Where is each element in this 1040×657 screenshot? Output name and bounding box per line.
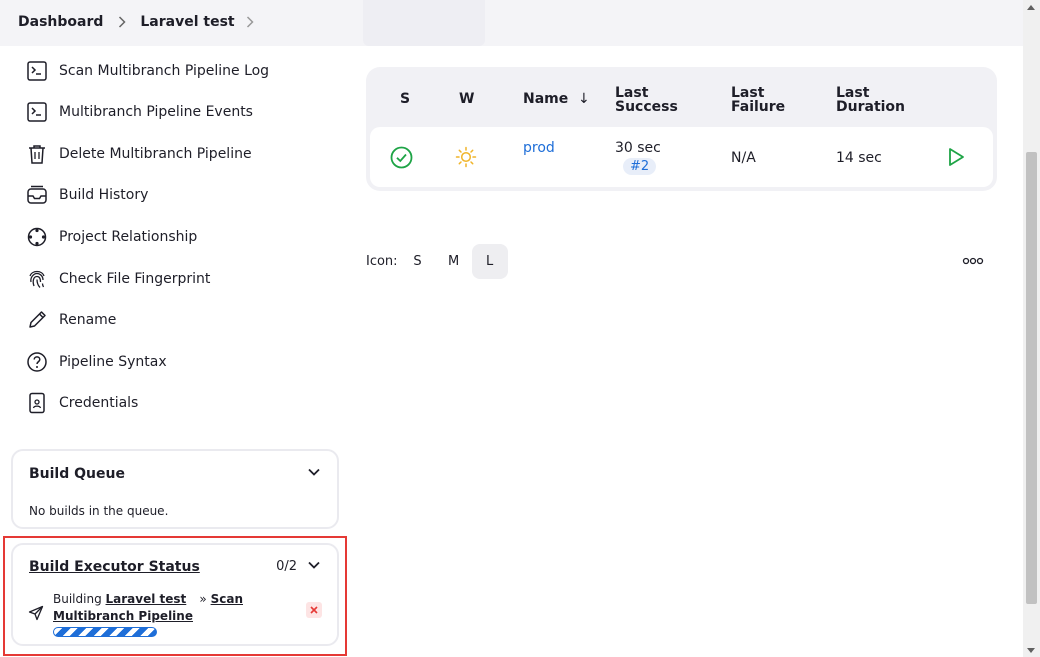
chevron-down-icon[interactable] (307, 558, 321, 572)
help-circle-icon (26, 351, 48, 373)
build-queue-empty: No builds in the queue. (29, 504, 169, 518)
column-status[interactable]: S (400, 92, 410, 106)
breadcrumb: Dashboard Laravel test (18, 14, 268, 30)
column-last-success[interactable]: Last Success (615, 86, 678, 114)
icon-size-s[interactable]: S (400, 244, 436, 279)
build-queue-panel: Build Queue No builds in the queue. (11, 449, 339, 529)
executor-build-text: Building Laravel test » Scan Multibranch… (53, 591, 243, 625)
more-options-icon[interactable] (962, 255, 986, 267)
job-name-link[interactable]: prod (523, 140, 555, 156)
chevron-right-icon (118, 16, 126, 28)
terminal-icon (26, 101, 48, 123)
sidebar-item-label: Project Relationship (59, 229, 198, 245)
executor-job-link[interactable]: Laravel test (106, 591, 187, 608)
chevron-down-icon[interactable] (307, 465, 321, 479)
sidebar-item-label: Scan Multibranch Pipeline Log (59, 63, 270, 79)
pencil-icon (26, 309, 48, 331)
sidebar-item-credentials[interactable]: Credentials (26, 392, 138, 414)
executor-count: 0/2 (276, 559, 297, 574)
column-name-label: Name (523, 91, 569, 107)
column-last-duration[interactable]: Last Duration (836, 86, 905, 114)
column-weather[interactable]: W (459, 92, 474, 106)
build-executor-title[interactable]: Build Executor Status (29, 559, 200, 575)
table-row: prod 30 sec #2 N/A 14 sec (370, 127, 993, 187)
executor-progress-bar (53, 627, 157, 637)
executor-prefix: Building (53, 592, 102, 606)
sidebar-item-pipeline-events[interactable]: Multibranch Pipeline Events (26, 101, 253, 123)
column-name[interactable]: Name ↓ (523, 92, 590, 106)
sidebar-item-delete-pipeline[interactable]: Delete Multibranch Pipeline (26, 143, 252, 165)
icon-size-selector: Icon: S M L (366, 244, 508, 279)
header-placeholder (363, 0, 485, 46)
sidebar-item-label: Multibranch Pipeline Events (59, 104, 253, 120)
build-number-badge[interactable]: #2 (623, 158, 657, 175)
last-duration-value: 14 sec (836, 150, 882, 166)
sort-arrow-icon: ↓ (578, 91, 590, 107)
close-icon (310, 606, 318, 614)
column-last-failure[interactable]: Last Failure (731, 86, 785, 114)
scrollbar-thumb[interactable] (1026, 152, 1037, 604)
header-line: Failure (731, 99, 786, 115)
sidebar-item-pipeline-syntax[interactable]: Pipeline Syntax (26, 351, 167, 373)
chevron-right-icon[interactable] (246, 16, 254, 28)
breadcrumb-laravel-test[interactable]: Laravel test (140, 14, 234, 30)
fingerprint-icon (26, 268, 48, 290)
executor-task-link-cont[interactable]: Multibranch Pipeline (53, 609, 193, 623)
sidebar-item-check-fingerprint[interactable]: Check File Fingerprint (26, 268, 210, 290)
sidebar-item-label: Build History (59, 187, 149, 203)
sidebar-item-label: Rename (59, 312, 117, 328)
last-success-value: 30 sec (615, 140, 661, 156)
icon-size-l[interactable]: L (471, 244, 508, 279)
header-line: Duration (836, 99, 906, 115)
sunny-icon (455, 146, 477, 168)
build-queue-title: Build Queue (29, 466, 125, 482)
scroll-down-arrow-icon[interactable] (1027, 648, 1035, 653)
inbox-icon (26, 184, 48, 206)
sidebar-item-project-relationship[interactable]: Project Relationship (26, 226, 197, 248)
sidebar-item-scan-log[interactable]: Scan Multibranch Pipeline Log (26, 60, 269, 82)
build-executor-panel: Build Executor Status 0/2 Building Larav… (11, 543, 339, 646)
header-line: Success (615, 99, 678, 115)
jobs-table: S W Name ↓ Last Success Last Failure Last D… (366, 67, 997, 191)
sidebar-item-label: Check File Fingerprint (59, 271, 211, 287)
relationship-icon (26, 226, 48, 248)
icon-size-m[interactable]: M (436, 244, 472, 279)
id-card-icon (26, 392, 48, 414)
last-failure-value: N/A (731, 150, 756, 166)
icon-size-label: Icon: (366, 254, 398, 269)
cancel-build-button[interactable] (306, 602, 322, 618)
executor-separator: » (199, 592, 207, 606)
sidebar-item-rename[interactable]: Rename (26, 309, 116, 331)
scroll-up-arrow-icon[interactable] (1027, 5, 1035, 10)
terminal-icon (26, 60, 48, 82)
sidebar-item-label: Credentials (59, 395, 139, 411)
scrollbar[interactable] (1023, 0, 1040, 657)
trash-icon (26, 143, 48, 165)
play-icon[interactable] (947, 147, 965, 167)
sidebar-item-label: Pipeline Syntax (59, 354, 167, 370)
breadcrumb-dashboard[interactable]: Dashboard (18, 14, 103, 30)
send-icon (28, 605, 44, 621)
success-check-icon (390, 146, 413, 169)
executor-task-link[interactable]: Scan (211, 591, 243, 608)
sidebar-item-label: Delete Multibranch Pipeline (59, 146, 252, 162)
sidebar-item-build-history[interactable]: Build History (26, 184, 148, 206)
